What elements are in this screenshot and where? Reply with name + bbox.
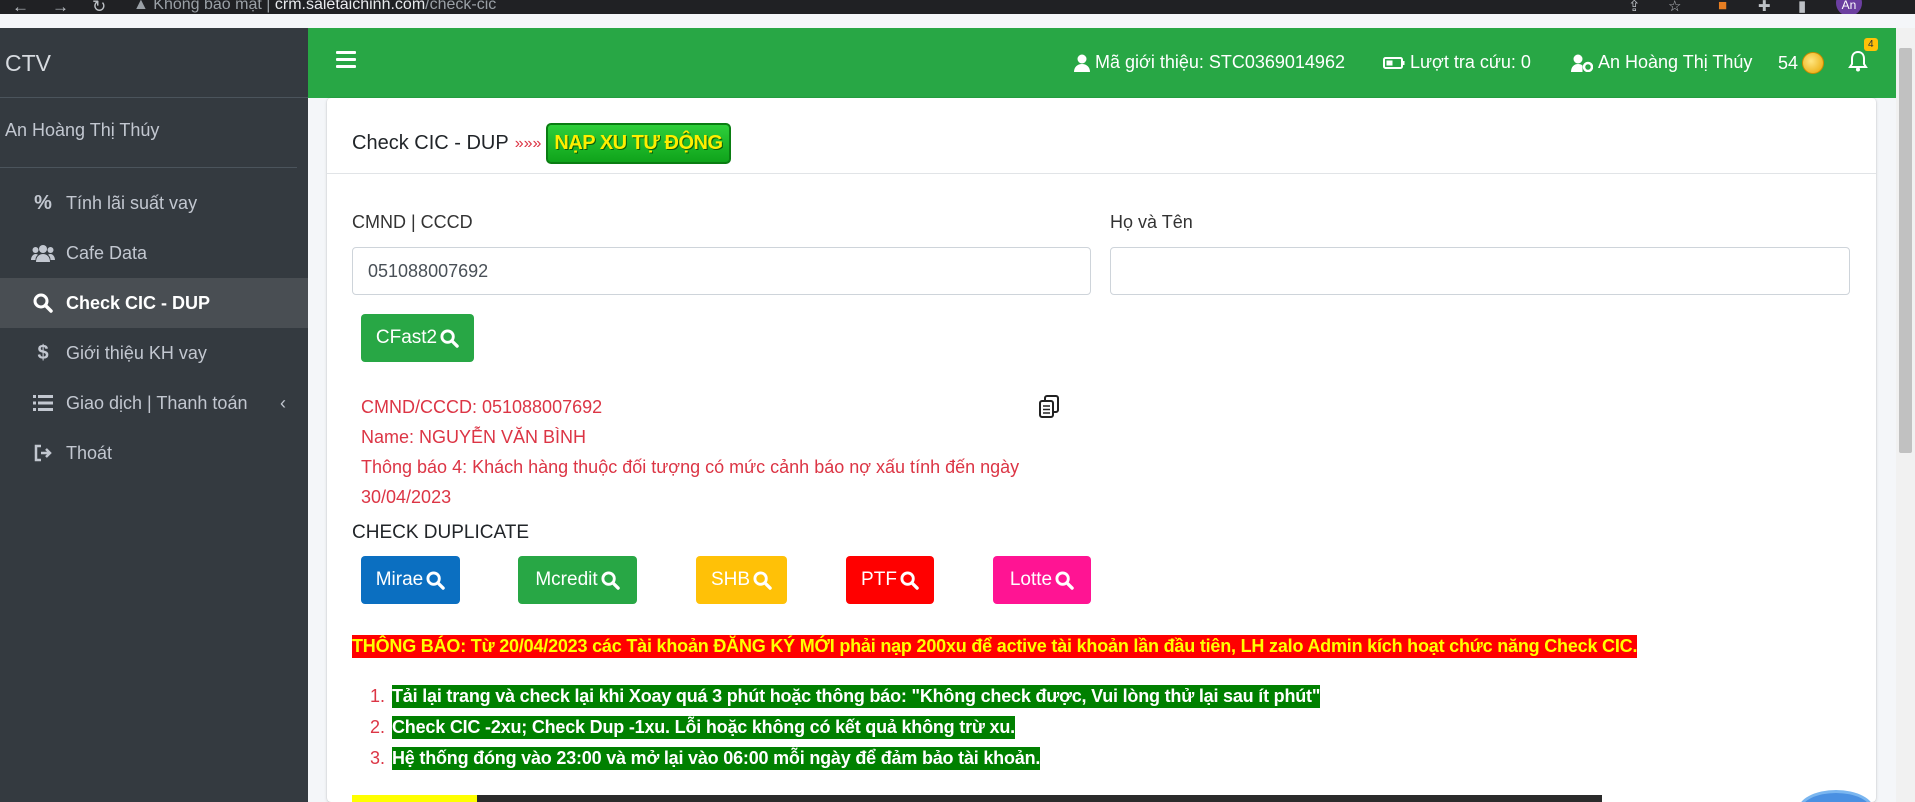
referral-code[interactable]: Mã giới thiệu: STC0369014962 [1074,52,1345,73]
sidebar-item-check-cic[interactable]: Check CIC - DUP [0,278,308,328]
coin-balance[interactable]: 54 [1778,52,1825,74]
sidebar-item-label: Cafe Data [66,242,148,263]
sidebar-item-transactions[interactable]: Giao dịch | Thanh toán ‹ [0,378,308,428]
id-number-input[interactable]: 051088007692 [352,247,1091,295]
hamburger-menu-icon[interactable] [336,51,356,72]
sidepanel-icon[interactable]: ▮ [1798,0,1806,14]
mirae-button[interactable]: Mirae [361,556,460,604]
id-number-label: CMND | CCCD [352,212,473,232]
url-host: crm.saletaichinh.com [274,0,426,13]
lotte-button[interactable]: Lotte [993,556,1091,604]
sidebar-item-interest-calc[interactable]: % Tính lãi suất vay [0,178,308,228]
back-icon[interactable]: ← [12,0,29,14]
sidebar-item-label: Giao dịch | Thanh toán [66,392,248,413]
star-icon[interactable]: ☆ [1668,0,1681,14]
search-icon [426,570,446,590]
shb-button[interactable]: SHB [696,556,787,604]
activation-notice: THÔNG BÁO: Từ 20/04/2023 các Tài khoản Đ… [352,635,1638,658]
coin-icon [1802,52,1825,74]
result-name: Name: NGUYỄN VĂN BÌNH [361,427,587,447]
list-icon [30,394,56,412]
rules-list: 1. Tải lại trang và check lại khi Xoay q… [352,685,1320,778]
arrows-decoration: »»» [514,134,542,152]
search-icon [753,570,772,590]
search-icon [601,570,620,590]
sidebar-item-label: Check CIC - DUP [66,292,211,313]
address-bar[interactable]: ▲ Không bảo mật | crm.saletaichinh.com/c… [133,0,496,14]
chevron-left-icon: ‹ [280,392,286,413]
security-label: Không bảo mật [153,0,262,13]
sign-out-icon [30,444,56,462]
brand-logo[interactable]: CTV [0,28,308,98]
scrollbar-thumb[interactable] [1899,48,1912,453]
bell-icon [1848,50,1868,72]
browser-toolbar: ← → ↻ ▲ Không bảo mật | crm.saletaichinh… [0,0,1915,14]
battery-icon [1383,56,1405,69]
extension-icon[interactable]: ■ [1718,0,1727,14]
user-cog-icon [1571,54,1593,72]
notifications-button[interactable] [1848,50,1873,72]
sidebar: CTV An Hoàng Thị Thúy % Tính lãi suất va… [0,28,308,802]
cic-result: CMND/CCCD: 051088007692 Name: NGUYỄN VĂN… [361,392,1061,512]
search-icon [30,293,56,313]
user-menu[interactable]: An Hoàng Thị Thúy [1571,52,1752,73]
rule-item: 2. Check CIC -2xu; Check Dup -1xu. Lỗi h… [369,716,1015,739]
sidebar-item-label: Thoát [66,442,113,463]
warning-icon: ▲ [133,0,149,13]
percent-icon: % [34,191,52,214]
sidebar-item-loan-referral[interactable]: $ Giới thiệu KH vay [0,328,308,378]
rule-item: 3. Hệ thống đóng vào 23:00 và mở lại vào… [369,747,1041,770]
check-cic-card: Check CIC - DUP »»» NẠP XU TỰ ĐỘNG CMND … [327,98,1876,802]
result-id: CMND/CCCD: 051088007692 [361,397,603,417]
notification-badge: 4 [1864,38,1878,51]
top-navbar: Mã giới thiệu: STC0369014962 Lượt tra cứ… [308,28,1896,98]
share-icon[interactable]: ⇪ [1628,0,1641,14]
card-header: Check CIC - DUP »»» NẠP XU TỰ ĐỘNG [327,98,1876,174]
auto-topup-badge[interactable]: NẠP XU TỰ ĐỘNG [546,123,731,164]
search-icon [440,328,459,348]
sidebar-item-cafe-data[interactable]: Cafe Data [0,228,308,278]
forward-icon[interactable]: → [52,0,69,14]
profile-avatar[interactable]: An [1836,0,1862,14]
mcredit-button[interactable]: Mcredit [518,556,637,604]
search-icon [900,570,919,590]
dollar-icon: $ [37,341,49,364]
sidebar-item-logout[interactable]: Thoát [0,428,308,478]
page-title: Check CIC - DUP »»» NẠP XU TỰ ĐỘNG [352,123,731,164]
full-name-input[interactable] [1110,247,1850,295]
check-duplicate-title: CHECK DUPLICATE [352,522,530,543]
rule-item: 1. Tải lại trang và check lại khi Xoay q… [369,685,1321,708]
ptf-button[interactable]: PTF [846,556,934,604]
sidebar-item-label: Tính lãi suất vay [66,192,198,213]
puzzle-icon[interactable]: ✚ [1758,0,1771,14]
user-panel-name[interactable]: An Hoàng Thị Thúy [0,98,297,168]
full-name-label: Họ và Tên [1110,212,1193,232]
reload-icon[interactable]: ↻ [92,0,106,14]
sidebar-item-label: Giới thiệu KH vay [66,342,207,363]
lookup-count[interactable]: Lượt tra cứu: 0 [1383,52,1531,73]
user-icon [1074,54,1090,72]
search-icon [1055,570,1074,590]
page-scrollbar[interactable] [1896,28,1915,802]
cut-off-banner [352,795,1602,802]
result-notice: Thông báo 4: Khách hàng thuộc đối tượng … [361,457,1020,477]
result-date: 30/04/2023 [361,487,452,507]
cfast2-button[interactable]: CFast2 [361,314,474,362]
sidebar-menu: % Tính lãi suất vay Cafe Data Check CIC … [0,178,308,478]
url-path: /check-cic [425,0,497,13]
copy-icon[interactable] [1038,395,1060,424]
users-icon [30,244,56,262]
